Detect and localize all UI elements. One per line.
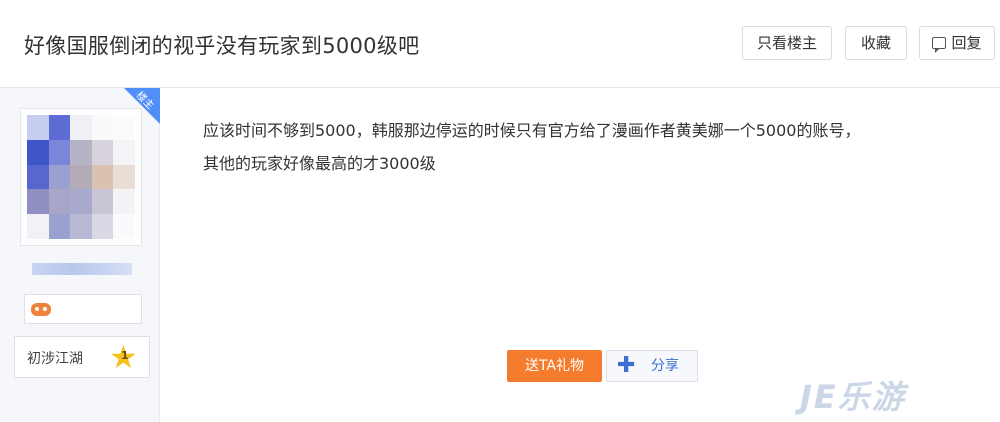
- thread-title: 好像国服倒闭的视乎没有玩家到5000级吧: [24, 34, 420, 58]
- author-sidebar: 楼主 初涉江湖 ★ 1: [0, 88, 160, 422]
- share-plus-icon: ✚: [617, 353, 636, 378]
- post-line-2: 其他的玩家好像最高的才3000级: [203, 154, 436, 173]
- collect-button[interactable]: 收藏: [845, 26, 907, 60]
- gamepad-icon: [31, 303, 51, 316]
- reply-button[interactable]: 回复: [919, 26, 995, 60]
- avatar[interactable]: [20, 108, 142, 246]
- username-blurred[interactable]: [32, 263, 132, 275]
- reply-icon: [932, 37, 947, 53]
- share-label: 分享: [651, 358, 679, 374]
- watermark: JE乐游: [800, 378, 906, 416]
- game-badge-row[interactable]: [24, 294, 142, 324]
- user-level[interactable]: 初涉江湖 ★ 1: [14, 336, 150, 378]
- only-op-button[interactable]: 只看楼主: [742, 26, 832, 60]
- reply-label: 回复: [951, 34, 982, 52]
- send-gift-button[interactable]: 送TA礼物: [507, 350, 602, 382]
- thread-header: 好像国服倒闭的视乎没有玩家到5000级吧 只看楼主 收藏 回复: [0, 0, 1000, 88]
- level-name: 初涉江湖: [27, 351, 83, 367]
- share-button[interactable]: ✚ 分享: [606, 350, 698, 382]
- post-line-1: 应该时间不够到5000，韩服那边停运的时候只有官方给了漫画作者黄美娜一个5000…: [203, 121, 861, 140]
- level-number: 1: [121, 349, 129, 362]
- thread-page: 好像国服倒闭的视乎没有玩家到5000级吧 只看楼主 收藏 回复 楼主 初涉江湖 …: [0, 0, 1000, 422]
- post-content: 应该时间不够到5000，韩服那边停运的时候只有官方给了漫画作者黄美娜一个5000…: [203, 114, 983, 180]
